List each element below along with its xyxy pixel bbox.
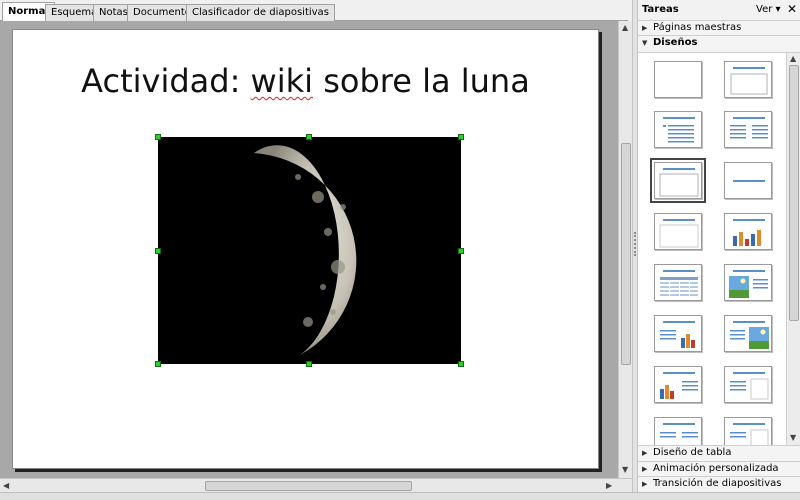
- resize-handle-n[interactable]: [306, 134, 312, 140]
- slide-canvas[interactable]: Actividad: wiki sobre la luna: [12, 29, 599, 469]
- scroll-down-icon[interactable]: ▼: [622, 465, 628, 475]
- scroll-right-icon[interactable]: ▶: [606, 481, 612, 491]
- status-bar: [0, 492, 800, 500]
- close-icon[interactable]: ✕: [787, 2, 797, 16]
- slide-title[interactable]: Actividad: wiki sobre la luna: [13, 62, 598, 100]
- layout-title-text-lower-2[interactable]: [724, 417, 772, 445]
- resize-handle-s[interactable]: [306, 361, 312, 367]
- resize-handle-se[interactable]: [458, 361, 464, 367]
- layout-title-only-top[interactable]: [724, 61, 772, 98]
- slide-title-prefix: Actividad:: [81, 62, 251, 100]
- layout-title-2-content[interactable]: [724, 111, 772, 148]
- vertical-scrollbar[interactable]: ▲ ▼: [618, 21, 632, 478]
- section-transicion-de-diapositivas[interactable]: ▶ Transición de diapositivas: [638, 476, 800, 492]
- resize-handle-nw[interactable]: [155, 134, 161, 140]
- view-menu-label: Ver: [756, 4, 773, 15]
- expand-arrow-icon: ▶: [642, 464, 648, 473]
- vertical-scroll-thumb[interactable]: [621, 143, 631, 365]
- layouts-gallery: ▲ ▼: [638, 52, 800, 445]
- layout-title-chart-text[interactable]: [654, 366, 702, 403]
- chevron-down-icon: ▾: [775, 4, 781, 15]
- horizontal-scrollbar[interactable]: ◀ ▶: [0, 478, 632, 492]
- section-disenos[interactable]: ▼ Diseños: [638, 35, 800, 50]
- splitter-grip-icon: [634, 232, 636, 256]
- view-tabs: Normal Esquema Notas Documento Clasifica…: [0, 0, 628, 22]
- resize-handle-w[interactable]: [155, 248, 161, 254]
- expand-arrow-icon: ▶: [642, 480, 648, 488]
- layout-title-chart[interactable]: [724, 213, 772, 250]
- scroll-up-icon[interactable]: ▲: [790, 54, 796, 64]
- section-label: Transición de diapositivas: [653, 478, 782, 489]
- task-pane-bottom-sections: ▶ Diseño de tabla ▶ Animación personaliz…: [638, 445, 800, 492]
- slide-title-misspelled-word: wiki: [250, 62, 314, 100]
- collapse-arrow-icon: ▼: [642, 39, 648, 47]
- section-animacion-personalizada[interactable]: ▶ Animación personalizada: [638, 460, 800, 476]
- layout-title-text-image[interactable]: [724, 315, 772, 352]
- expand-arrow-icon: ▶: [642, 24, 648, 32]
- scroll-up-icon[interactable]: ▲: [622, 23, 628, 33]
- section-label: Páginas maestras: [653, 22, 742, 33]
- resize-handle-ne[interactable]: [458, 134, 464, 140]
- layout-title-image-text[interactable]: [724, 264, 772, 301]
- section-diseno-de-tabla[interactable]: ▶ Diseño de tabla: [638, 445, 800, 461]
- view-menu-button[interactable]: Ver ▾: [756, 4, 781, 15]
- slide-workspace: Actividad: wiki sobre la luna: [0, 21, 618, 478]
- section-label: Diseños: [653, 37, 698, 48]
- task-pane: Tareas Ver ▾ ✕ ▶ Páginas maestras ▼ Dise…: [638, 0, 800, 492]
- resize-handle-sw[interactable]: [155, 361, 161, 367]
- tab-clasificador[interactable]: Clasificador de diapositivas: [186, 4, 335, 21]
- expand-arrow-icon: ▶: [642, 449, 648, 457]
- layout-title-2-text-lower[interactable]: [654, 417, 702, 445]
- section-label: Animación personalizada: [653, 462, 779, 474]
- task-pane-header: Tareas Ver ▾ ✕: [638, 0, 800, 20]
- section-paginas-maestras[interactable]: ▶ Páginas maestras: [638, 20, 800, 35]
- layout-title-content[interactable]: [654, 111, 702, 148]
- slide-title-suffix: sobre la luna: [313, 62, 530, 100]
- scroll-left-icon[interactable]: ◀: [3, 481, 9, 491]
- moon-photo: [158, 137, 461, 364]
- horizontal-scroll-thumb[interactable]: [205, 481, 412, 491]
- section-label: Diseño de tabla: [653, 447, 732, 458]
- layout-centered-text[interactable]: [724, 162, 772, 199]
- layout-title-text-chart[interactable]: [654, 315, 702, 352]
- scroll-down-icon[interactable]: ▼: [790, 433, 796, 443]
- layouts-scroll-thumb[interactable]: [789, 65, 799, 321]
- layouts-scrollbar[interactable]: ▲ ▼: [786, 53, 800, 445]
- layout-title-table[interactable]: [654, 264, 702, 301]
- task-pane-title: Tareas: [642, 4, 679, 15]
- layout-title-only[interactable]: [650, 158, 706, 203]
- layout-title-blank[interactable]: [654, 213, 702, 250]
- moon-image[interactable]: [158, 137, 461, 364]
- layout-blank[interactable]: [654, 61, 702, 98]
- layout-title-text-2[interactable]: [724, 366, 772, 403]
- resize-handle-e[interactable]: [458, 248, 464, 254]
